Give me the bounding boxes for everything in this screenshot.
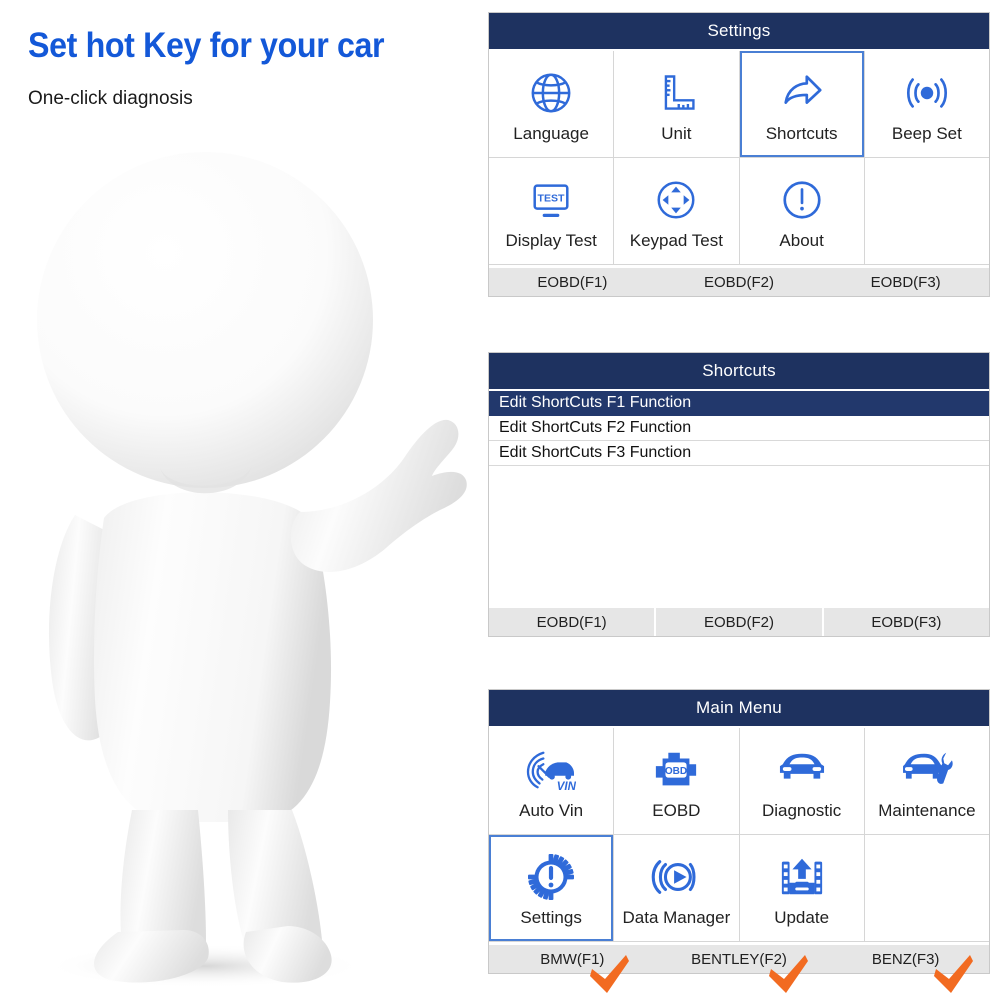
- tile-label: Update: [774, 908, 830, 927]
- tile-label: About: [779, 231, 824, 250]
- check-mark-annotations: [488, 955, 990, 1000]
- upload-film-icon: [778, 849, 826, 905]
- list-item[interactable]: Edit ShortCuts F3 Function: [489, 441, 989, 466]
- beep-icon: [904, 65, 950, 121]
- tile-language[interactable]: Language: [489, 51, 614, 157]
- panel-title-main-menu: Main Menu: [489, 690, 989, 728]
- tile-about[interactable]: About: [739, 158, 864, 264]
- softkey-f1[interactable]: EOBD(F1): [489, 608, 654, 636]
- tile-settings[interactable]: Settings: [489, 835, 614, 941]
- device-screen-main-menu: Main Menu VIN Auto Vin OBD EOBD Diagnost…: [488, 689, 990, 974]
- device-screen-shortcuts: Shortcuts Edit ShortCuts F1 Function Edi…: [488, 352, 990, 637]
- tile-eobd[interactable]: OBD EOBD: [614, 728, 739, 834]
- tile-display-test[interactable]: TEST Display Test: [489, 158, 614, 264]
- tile-unit[interactable]: Unit: [614, 51, 739, 157]
- tile-shortcuts[interactable]: Shortcuts: [739, 51, 864, 157]
- dpad-circle-icon: [653, 172, 699, 228]
- tile-auto-vin[interactable]: VIN Auto Vin: [489, 728, 614, 834]
- softkey-f3[interactable]: EOBD(F3): [822, 268, 989, 296]
- softkey-f1[interactable]: EOBD(F1): [489, 268, 656, 296]
- gear-alert-icon: [527, 849, 575, 905]
- softkey-f2[interactable]: EOBD(F2): [654, 608, 821, 636]
- tile-label: EOBD: [652, 801, 701, 820]
- monitor-test-icon: TEST: [528, 172, 574, 228]
- page-title: Set hot Key for your car: [28, 26, 385, 65]
- tile-beep-set[interactable]: Beep Set: [864, 51, 989, 157]
- softkey-f2[interactable]: EOBD(F2): [656, 268, 823, 296]
- globe-icon: [528, 65, 574, 121]
- softkey-f3[interactable]: EOBD(F3): [821, 608, 989, 636]
- device-screen-settings: Settings Language Unit Shortcuts Beep Se…: [488, 12, 990, 297]
- car-wrench-icon: [901, 742, 953, 798]
- tile-label: Display Test: [505, 231, 597, 250]
- shortcuts-list: Edit ShortCuts F1 Function Edit ShortCut…: [489, 391, 989, 608]
- car-front-icon: [776, 742, 828, 798]
- tile-label: Unit: [661, 124, 692, 143]
- play-circle-icon: [651, 849, 701, 905]
- check-mark-3: [930, 955, 976, 995]
- tile-label: Language: [513, 124, 589, 143]
- tile-label: Keypad Test: [629, 231, 723, 250]
- softkey-bar-settings: EOBD(F1) EOBD(F2) EOBD(F3): [489, 268, 989, 296]
- list-item[interactable]: Edit ShortCuts F1 Function: [489, 391, 989, 416]
- svg-text:OBD: OBD: [665, 766, 687, 777]
- list-item[interactable]: Edit ShortCuts F2 Function: [489, 416, 989, 441]
- main-menu-tile-grid: VIN Auto Vin OBD EOBD Diagnostic Mainten…: [489, 728, 989, 942]
- check-mark-2: [765, 955, 811, 995]
- tile-update[interactable]: Update: [739, 835, 864, 941]
- settings-tile-grid: Language Unit Shortcuts Beep Set TEST Di…: [489, 51, 989, 265]
- tile-label: Auto Vin: [519, 801, 584, 820]
- tile-diagnostic[interactable]: Diagnostic: [739, 728, 864, 834]
- page-subtitle: One-click diagnosis: [28, 88, 193, 109]
- tile-label: Data Manager: [622, 908, 731, 927]
- tile-empty: [864, 835, 989, 941]
- tile-label: Diagnostic: [761, 801, 842, 820]
- tile-label: Settings: [520, 908, 582, 927]
- tile-label: Shortcuts: [765, 124, 838, 143]
- tile-empty: [864, 158, 989, 264]
- page-root: Set hot Key for your car One-click diagn…: [0, 0, 1000, 1000]
- svg-text:TEST: TEST: [538, 192, 565, 204]
- tile-data-manager[interactable]: Data Manager: [614, 835, 739, 941]
- mascot-figure: [0, 120, 470, 990]
- tile-label: Maintenance: [878, 801, 976, 820]
- check-mark-1: [586, 955, 632, 995]
- ruler-icon: [654, 65, 698, 121]
- obd-engine-icon: OBD: [651, 742, 701, 798]
- svg-text:VIN: VIN: [557, 781, 576, 793]
- panel-title-settings: Settings: [489, 13, 989, 51]
- share-arrow-icon: [779, 65, 825, 121]
- tile-keypad-test[interactable]: Keypad Test: [614, 158, 739, 264]
- info-circle-icon: [779, 172, 825, 228]
- tile-maintenance[interactable]: Maintenance: [864, 728, 989, 834]
- softkey-bar-shortcuts: EOBD(F1) EOBD(F2) EOBD(F3): [489, 608, 989, 636]
- auto-vin-icon: VIN: [526, 742, 576, 798]
- panel-title-shortcuts: Shortcuts: [489, 353, 989, 391]
- tile-label: Beep Set: [891, 124, 962, 143]
